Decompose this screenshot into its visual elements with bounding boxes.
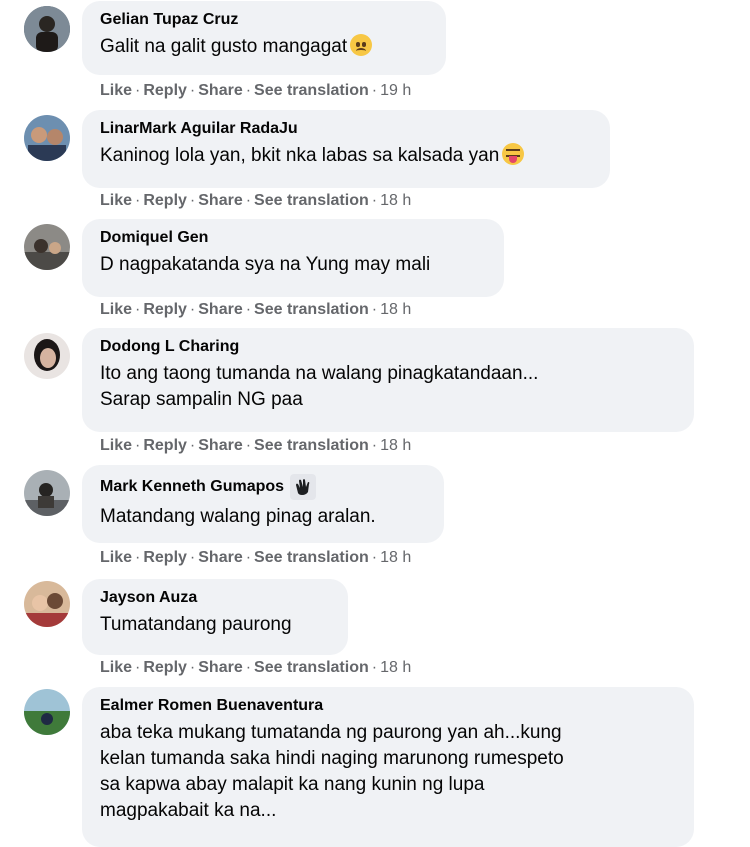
separator: · <box>245 192 252 209</box>
reply-button[interactable]: Reply <box>143 301 187 318</box>
comment-author[interactable]: Ealmer Romen Buenaventura <box>100 696 676 716</box>
comment-text: Ito ang taong tumanda na walang pinagkat… <box>100 363 539 410</box>
avatar[interactable] <box>24 224 70 270</box>
see-translation-button[interactable]: See translation <box>254 437 369 454</box>
reply-button[interactable]: Reply <box>143 192 187 209</box>
see-translation-button[interactable]: See translation <box>254 301 369 318</box>
separator: · <box>245 301 252 318</box>
separator: · <box>245 659 252 676</box>
comment-text: aba teka mukang tumatanda ng paurong yan… <box>100 722 564 821</box>
avatar[interactable] <box>24 333 70 379</box>
comment-bubble: Dodong L Charing Ito ang taong tumanda n… <box>82 328 694 432</box>
sad-face-icon <box>350 34 373 56</box>
like-button[interactable]: Like <box>100 659 132 676</box>
avatar[interactable] <box>24 6 70 52</box>
avatar[interactable] <box>24 581 70 627</box>
comment-actions: Like · Reply · Share · See translation · 18 h <box>100 436 411 456</box>
separator: · <box>189 192 196 209</box>
comment-actions: Like · Reply · Share · See translation · 18 h <box>100 548 411 568</box>
comment-bubble: LinarMark Aguilar RadaJu Kaninog lola ya… <box>82 110 610 188</box>
avatar[interactable] <box>24 470 70 516</box>
separator: · <box>245 82 252 99</box>
separator: · <box>135 301 141 318</box>
separator: · <box>135 549 141 566</box>
comment-timestamp[interactable]: 18 h <box>380 659 411 676</box>
like-button[interactable]: Like <box>100 301 132 318</box>
share-button[interactable]: Share <box>198 549 242 566</box>
separator: · <box>371 437 378 454</box>
comment-text: D nagpakatanda sya na Yung may mali <box>100 254 431 275</box>
comment-timestamp[interactable]: 18 h <box>380 192 411 209</box>
comment-text: Galit na galit gusto mangagat <box>100 34 428 60</box>
share-button[interactable]: Share <box>198 192 242 209</box>
tongue-face-icon <box>502 143 525 165</box>
comment-author[interactable]: Jayson Auza <box>100 588 330 608</box>
comment-text: Tumatandang paurong <box>100 614 292 635</box>
like-button[interactable]: Like <box>100 549 132 566</box>
see-translation-button[interactable]: See translation <box>254 659 369 676</box>
comment-timestamp[interactable]: 18 h <box>380 549 411 566</box>
like-button[interactable]: Like <box>100 437 132 454</box>
comment-timestamp[interactable]: 18 h <box>380 301 411 318</box>
separator: · <box>135 82 141 99</box>
separator: · <box>189 301 196 318</box>
comment-actions: Like · Reply · Share · See translation · 18 h <box>100 191 411 211</box>
reply-button[interactable]: Reply <box>143 82 187 99</box>
comment-author[interactable]: Gelian Tupaz Cruz <box>100 10 428 30</box>
separator: · <box>189 437 196 454</box>
comment-bubble: Jayson Auza Tumatandang paurong <box>82 579 348 655</box>
comment-bubble: Gelian Tupaz Cruz Galit na galit gusto m… <box>82 1 446 75</box>
see-translation-button[interactable]: See translation <box>254 192 369 209</box>
share-button[interactable]: Share <box>198 437 242 454</box>
separator: · <box>189 549 196 566</box>
separator: · <box>135 192 141 209</box>
share-button[interactable]: Share <box>198 659 242 676</box>
separator: · <box>371 549 378 566</box>
comment-text: Matandang walang pinag aralan. <box>100 506 376 527</box>
see-translation-button[interactable]: See translation <box>254 549 369 566</box>
avatar[interactable] <box>24 689 70 735</box>
separator: · <box>371 301 378 318</box>
separator: · <box>189 82 196 99</box>
separator: · <box>245 437 252 454</box>
comment-bubble: Mark Kenneth Gumapos Matandang walang pi… <box>82 465 444 543</box>
reply-button[interactable]: Reply <box>143 437 187 454</box>
comment-actions: Like · Reply · Share · See translation · 19 h <box>100 81 411 101</box>
avatar[interactable] <box>24 115 70 161</box>
comment-author[interactable]: LinarMark Aguilar RadaJu <box>100 119 592 139</box>
comment-author[interactable]: Dodong L Charing <box>100 337 676 357</box>
reply-button[interactable]: Reply <box>143 549 187 566</box>
comment-author[interactable]: Domiquel Gen <box>100 228 486 248</box>
comment-bubble: Ealmer Romen Buenaventura aba teka mukan… <box>82 687 694 847</box>
separator: · <box>245 549 252 566</box>
comment-author[interactable]: Mark Kenneth Gumapos <box>100 474 426 500</box>
comment-actions: Like · Reply · Share · See translation · 18 h <box>100 658 411 678</box>
clapping-hands-badge-icon[interactable] <box>290 474 317 500</box>
see-translation-button[interactable]: See translation <box>254 82 369 99</box>
separator: · <box>135 659 141 676</box>
comment-bubble: Domiquel Gen D nagpakatanda sya na Yung … <box>82 219 504 297</box>
separator: · <box>371 82 378 99</box>
like-button[interactable]: Like <box>100 82 132 99</box>
share-button[interactable]: Share <box>198 82 242 99</box>
separator: · <box>135 437 141 454</box>
reply-button[interactable]: Reply <box>143 659 187 676</box>
comment-text: Kaninog lola yan, bkit nka labas sa kals… <box>100 143 592 169</box>
separator: · <box>189 659 196 676</box>
separator: · <box>371 192 378 209</box>
comment-timestamp[interactable]: 18 h <box>380 437 411 454</box>
comment-timestamp[interactable]: 19 h <box>380 82 411 99</box>
share-button[interactable]: Share <box>198 301 242 318</box>
like-button[interactable]: Like <box>100 192 132 209</box>
separator: · <box>371 659 378 676</box>
comment-actions: Like · Reply · Share · See translation · 18 h <box>100 300 411 320</box>
